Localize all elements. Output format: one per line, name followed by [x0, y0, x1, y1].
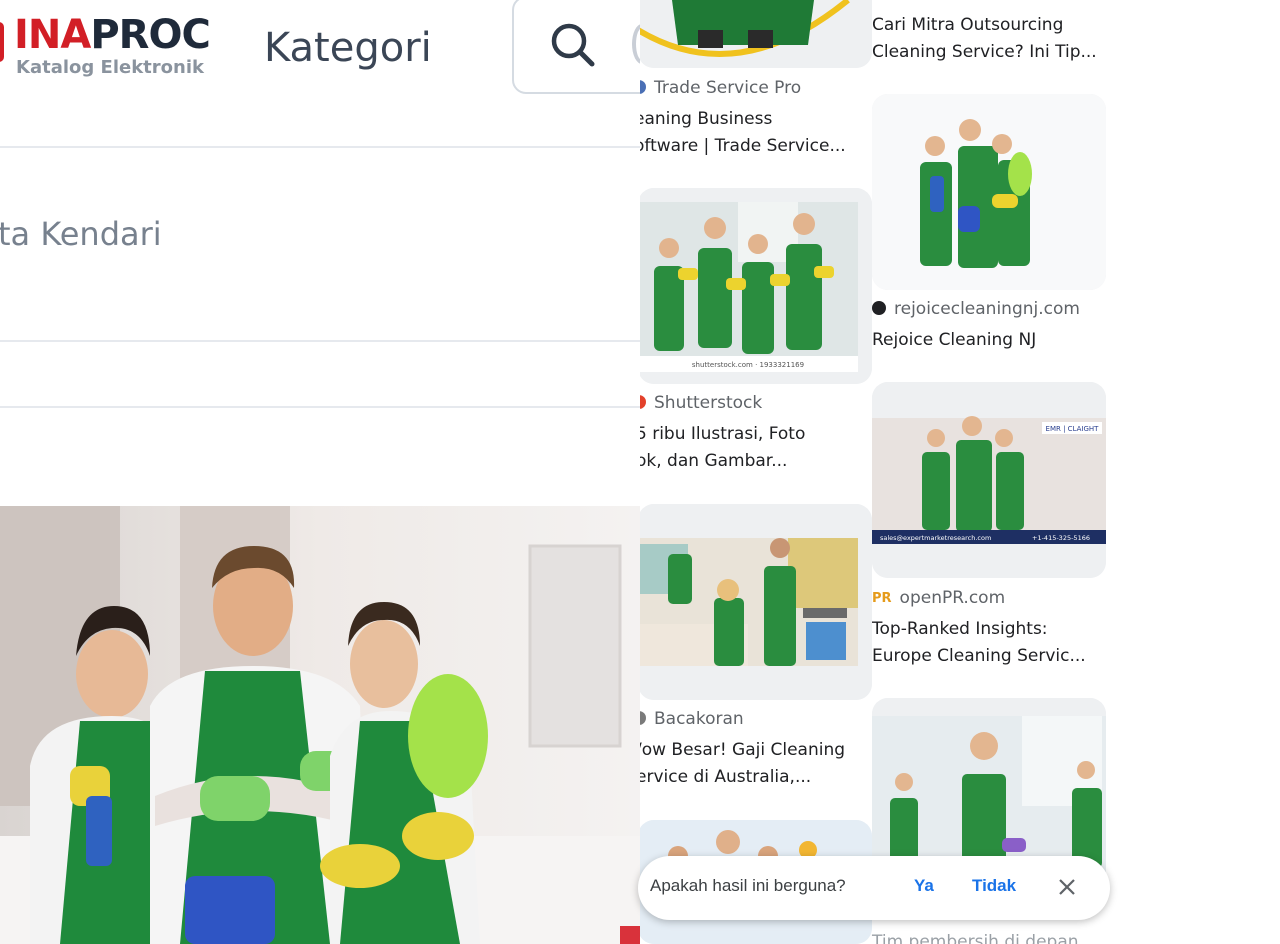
feedback-no-button[interactable]: Tidak	[972, 876, 1016, 896]
openpr-badge-icon: PR	[872, 591, 892, 606]
result-title-peek[interactable]: Tim pembersih di depan	[872, 932, 1079, 944]
result-image[interactable]	[640, 0, 872, 68]
logo-title-red: INA	[14, 12, 91, 58]
inaproc-page: INAPROC Katalog Elektronik Kategori ta K…	[0, 0, 640, 944]
source-favicon-icon	[640, 80, 646, 94]
result-title[interactable]: /ow Besar! Gaji Cleaning ervice di Austra…	[640, 737, 872, 791]
result-title[interactable]: eaning Business oftware | Trade Service..…	[640, 106, 870, 160]
source-favicon-icon	[872, 301, 886, 315]
result-title[interactable]: 5 ribu Ilustrasi, Foto ok, dan Gambar...	[640, 421, 872, 475]
result-image[interactable]	[872, 94, 1106, 290]
result-source: Trade Service Pro	[640, 77, 801, 99]
result-image[interactable]: shutterstock.com · 1933321169	[640, 188, 872, 384]
image-search-results: Trade Service Pro eaning Business oftware…	[640, 0, 1280, 944]
thumbnail-caption: shutterstock.com · 1933321169	[692, 361, 804, 369]
result-title[interactable]: Top-Ranked Insights: Europe Cleaning Serv…	[872, 616, 1108, 670]
source-favicon-icon	[640, 711, 646, 725]
divider	[0, 146, 640, 148]
search-icon	[551, 23, 595, 67]
result-title[interactable]: Rejoice Cleaning NJ	[872, 327, 1108, 354]
cleaning-team-hero-image	[0, 506, 640, 944]
divider	[0, 406, 640, 408]
result-source: Shutterstock	[640, 392, 762, 414]
close-icon[interactable]	[1054, 874, 1080, 900]
divider	[0, 340, 640, 342]
result-thumbnail: shutterstock.com · 1933321169	[640, 188, 872, 384]
location-field[interactable]: ta Kendari	[0, 214, 162, 254]
result-thumbnail	[640, 504, 872, 700]
result-title[interactable]: Cari Mitra Outsourcing Cleaning Service? …	[872, 12, 1108, 66]
feedback-question: Apakah hasil ini berguna?	[650, 876, 846, 895]
logo-title-dark: PROC	[90, 12, 210, 58]
result-source: rejoicecleaningnj.com	[872, 298, 1080, 320]
search-box[interactable]	[512, 0, 640, 94]
result-image[interactable]: EMR | CLAIGHT sales@expertmarketresearch…	[872, 382, 1106, 578]
result-image[interactable]	[640, 504, 872, 700]
result-source: Bacakoran	[640, 708, 744, 730]
thumbnail-banner-phone: +1-415-325-5166	[1032, 534, 1090, 542]
logo-title: INAPROC	[14, 12, 211, 58]
result-source: PR openPR.com	[872, 588, 1006, 608]
result-thumbnail: EMR | CLAIGHT sales@expertmarketresearch…	[872, 382, 1106, 578]
source-favicon-icon	[640, 395, 646, 409]
feedback-yes-button[interactable]: Ya	[914, 876, 934, 896]
logo-mark-icon	[0, 22, 4, 62]
feedback-popup: Apakah hasil ini berguna? Ya Tidak	[638, 856, 1110, 920]
kategori-menu[interactable]: Kategori	[264, 26, 432, 70]
logo-subtitle: Katalog Elektronik	[16, 57, 204, 78]
result-thumbnail	[640, 0, 872, 68]
thumbnail-banner-email: sales@expertmarketresearch.com	[880, 534, 991, 542]
inaproc-logo[interactable]: INAPROC Katalog Elektronik	[0, 14, 211, 78]
thumbnail-logo-text: EMR | CLAIGHT	[1046, 425, 1100, 433]
search-input-glyph	[632, 24, 640, 64]
result-thumbnail	[872, 94, 1106, 290]
